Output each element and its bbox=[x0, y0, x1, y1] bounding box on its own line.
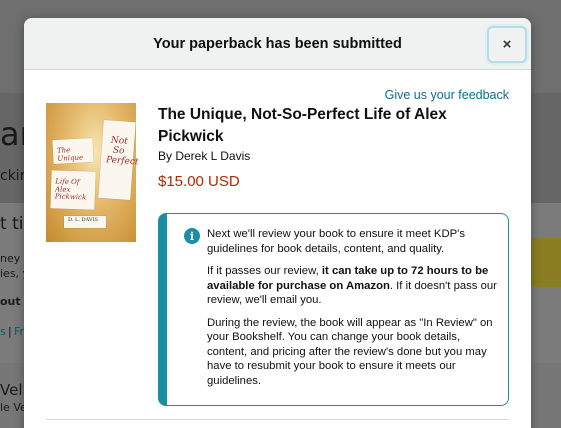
background-link: Fr bbox=[14, 325, 25, 338]
divider bbox=[46, 419, 509, 420]
close-button[interactable]: × bbox=[487, 26, 527, 63]
info-paragraph: During the review, the book will appear … bbox=[207, 316, 493, 387]
book-price: $15.00 USD bbox=[158, 173, 240, 190]
cover-paper: Life Of Alex Pickwick bbox=[50, 170, 96, 210]
cover-text: The Unique bbox=[56, 146, 84, 163]
info-paragraph: Next we'll review your book to ensure it… bbox=[207, 228, 465, 255]
book-title: The Unique, Not-So-Perfect Life of Alex … bbox=[158, 106, 447, 145]
cover-author-text: D. L. DAVIS bbox=[68, 217, 98, 223]
background-button bbox=[531, 238, 561, 287]
info-text: Next we'll review your book to ensure it… bbox=[207, 227, 497, 396]
background-fragment: ckir bbox=[0, 168, 26, 184]
modal-title: Your paperback has been submitted bbox=[153, 35, 402, 52]
close-icon: × bbox=[502, 36, 512, 53]
cover-paper: D. L. DAVIS bbox=[64, 216, 106, 228]
cover-text: Not So Perfect bbox=[105, 135, 139, 168]
info-text-segment: If it passes our review, bbox=[207, 265, 322, 277]
cover-paper: Not So Perfect bbox=[98, 119, 139, 201]
book-author: By Derek L Davis bbox=[158, 149, 251, 163]
cover-text: Life Of Alex Pickwick bbox=[54, 177, 87, 202]
background-link: s bbox=[0, 325, 6, 338]
info-alert: i Next we'll review your book to ensure … bbox=[158, 213, 509, 406]
background-fragment: le Ve bbox=[0, 401, 27, 414]
info-icon: i bbox=[184, 228, 200, 244]
book-cover-image: The Unique Not So Perfect Life Of Alex P… bbox=[46, 103, 139, 242]
submission-modal: Your paperback has been submitted × Give… bbox=[24, 18, 531, 428]
background-separator: | bbox=[8, 325, 12, 338]
info-paragraph: If it passes our review, it can take up … bbox=[207, 264, 497, 308]
modal-header: Your paperback has been submitted × bbox=[24, 18, 531, 70]
cover-paper: The Unique bbox=[52, 137, 94, 165]
feedback-link[interactable]: Give us your feedback bbox=[385, 88, 509, 102]
